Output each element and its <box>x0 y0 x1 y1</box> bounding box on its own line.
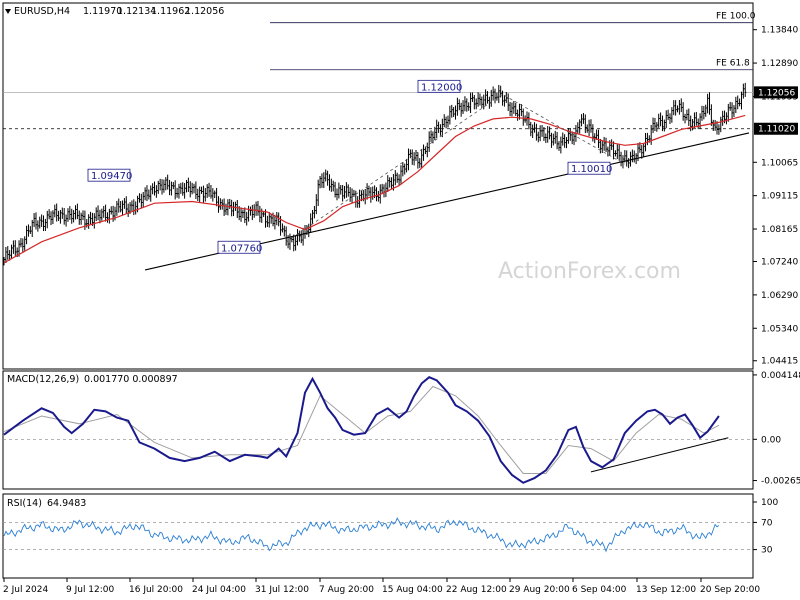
price-panel <box>2 2 754 370</box>
price-callout-label: 1.10010 <box>571 164 612 175</box>
price-callout-label: 1.12000 <box>421 82 462 93</box>
rsi-tick-label: 100 <box>761 498 778 508</box>
x-tick-label: 7 Aug 20:00 <box>319 585 374 595</box>
x-tick-label: 15 Aug 04:00 <box>382 585 443 595</box>
price-callout-label: 1.09470 <box>91 171 132 182</box>
price-tick-label: 1.05340 <box>761 324 798 334</box>
rsi-title: RSI(14) <box>7 498 42 509</box>
x-axis: 2 Jul 2024 9 Jul 12:00 16 Jul 20:00 24 Jul … <box>3 578 760 595</box>
header-close: 1.12056 <box>185 6 224 17</box>
price-tick-label: 1.07240 <box>761 258 798 268</box>
x-tick-label: 20 Sep 20:00 <box>700 585 760 595</box>
rsi-panel <box>2 493 754 579</box>
watermark: ActionForex.com <box>498 259 681 284</box>
x-tick-label: 6 Sep 04:00 <box>572 585 627 595</box>
chart-canvas: ActionForex.com EURUSD,H4 1.11970 1.1213… <box>2 2 800 595</box>
price-tick-label: 1.09115 <box>761 192 798 202</box>
x-tick-label: 2 Jul 2024 <box>3 585 48 595</box>
price-tick-label: 1.10065 <box>761 158 798 168</box>
macd-values: 0.001770 0.000897 <box>84 374 178 385</box>
rsi-tick-label: 70 <box>761 518 773 528</box>
macd-tick-label: 0.004148 <box>761 371 800 381</box>
x-tick-label: 9 Jul 12:00 <box>66 585 115 595</box>
header-symbol: EURUSD,H4 <box>14 6 70 17</box>
price-header: EURUSD,H4 1.11970 1.12134 1.11962 1.1205… <box>14 6 224 17</box>
x-tick-label: 16 Jul 20:00 <box>129 585 183 595</box>
x-tick-label: 31 Jul 12:00 <box>255 585 309 595</box>
current-price-label: 1.12056 <box>758 88 795 98</box>
price-callout-label: 1.07760 <box>221 243 262 254</box>
x-tick-label: 13 Sep 12:00 <box>636 585 696 595</box>
price-axis: 1.138401.128901.119351.100651.091151.081… <box>753 26 798 367</box>
support-price-label: 1.11020 <box>758 125 795 135</box>
price-tick-label: 1.06290 <box>761 291 798 301</box>
x-tick-label: 22 Aug 12:00 <box>446 585 507 595</box>
rsi-tick-label: 30 <box>761 546 773 556</box>
price-tick-label: 1.04415 <box>761 357 798 367</box>
fib-level-label: FE 61.8 <box>716 59 750 69</box>
rsi-value: 64.9483 <box>47 498 86 509</box>
x-tick-label: 29 Aug 20:00 <box>509 585 570 595</box>
price-tick-label: 1.12890 <box>761 59 798 69</box>
x-tick-label: 24 Jul 04:00 <box>192 585 246 595</box>
price-tick-label: 1.08165 <box>761 225 798 235</box>
price-tick-label: 1.13840 <box>761 26 798 36</box>
macd-tick-label: 0.00 <box>761 435 781 445</box>
fib-level-label: FE 100.0 <box>716 12 756 22</box>
macd-tick-label: -0.002656 <box>761 477 800 487</box>
macd-title: MACD(12,26,9) <box>7 374 79 385</box>
